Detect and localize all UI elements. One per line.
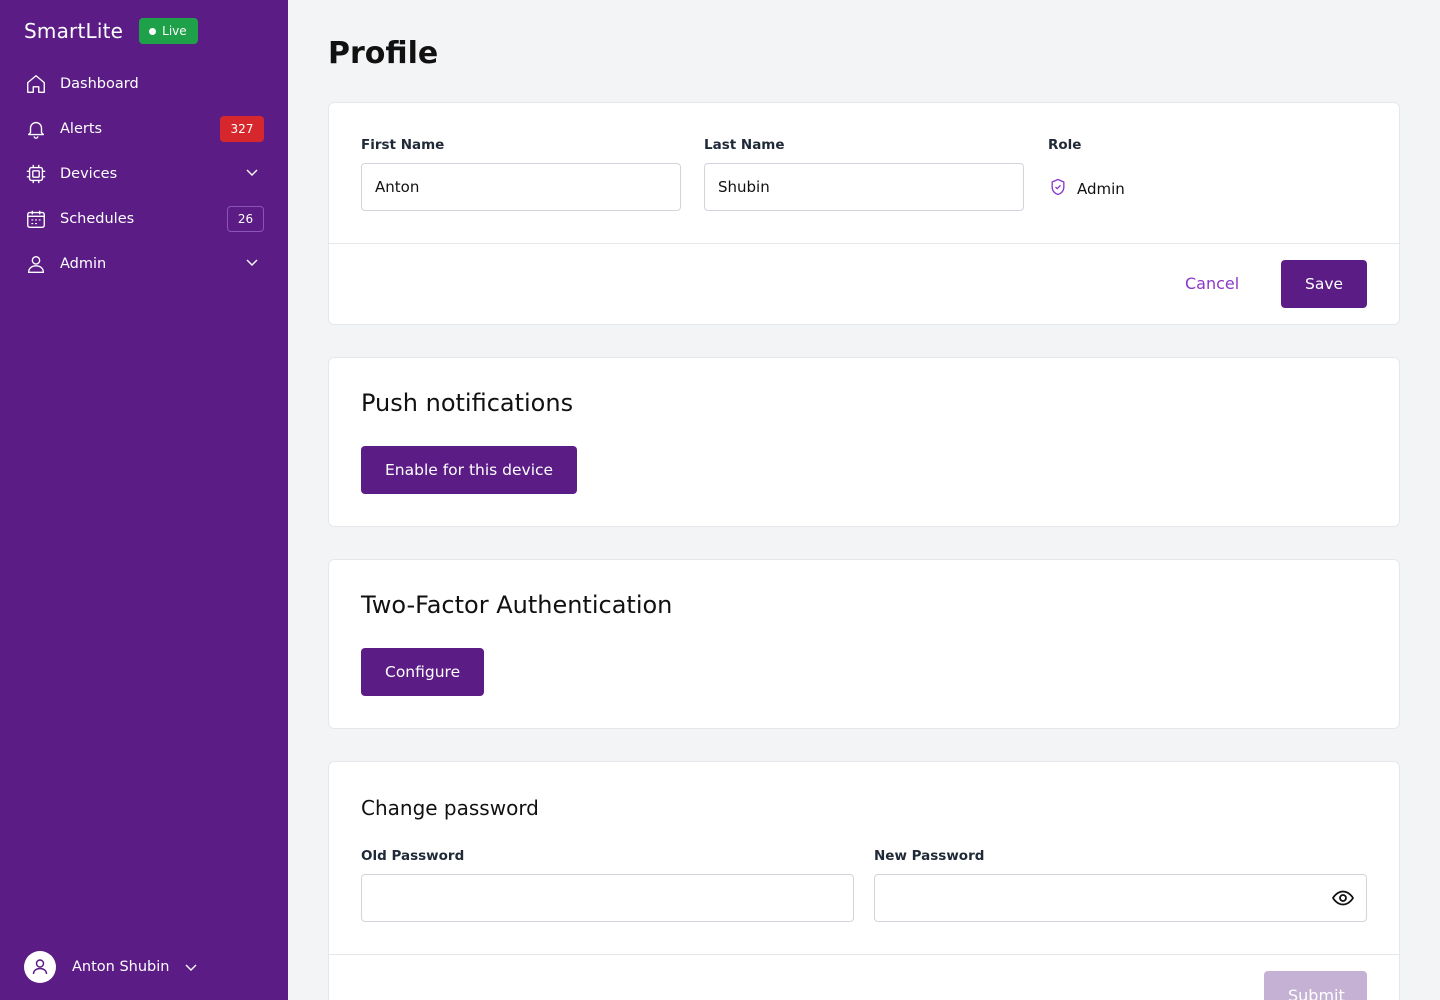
role-label: Role	[1048, 137, 1082, 153]
user-menu[interactable]: Anton Shubin	[24, 951, 199, 983]
shield-check-icon	[1048, 177, 1068, 201]
change-password-card: Change password Old Password New Passwor…	[328, 761, 1400, 1000]
live-status-badge: Live	[139, 18, 198, 44]
role-text: Admin	[1077, 180, 1125, 198]
cancel-button[interactable]: Cancel	[1185, 274, 1239, 293]
user-name: Anton Shubin	[72, 959, 170, 975]
enable-push-button[interactable]: Enable for this device	[361, 446, 578, 494]
configure-2fa-button[interactable]: Configure	[361, 648, 485, 696]
user-icon	[24, 252, 48, 276]
schedules-count-badge: 26	[227, 205, 264, 232]
role-value: Admin	[1048, 177, 1125, 201]
sidebar-item-label: Devices	[60, 165, 118, 182]
sidebar-item-label: Schedules	[60, 210, 135, 227]
page-title: Profile	[328, 36, 439, 71]
brand-name[interactable]: SmartLite	[24, 19, 123, 43]
old-password-field[interactable]	[361, 874, 854, 922]
divider	[329, 954, 1399, 955]
bell-icon	[24, 117, 48, 141]
sidebar: SmartLite Live Dashboard Alerts 327 Devi…	[0, 0, 288, 1000]
sidebar-item-label: Admin	[60, 255, 107, 272]
first-name-field[interactable]	[361, 163, 681, 211]
avatar	[24, 951, 56, 983]
live-dot-icon	[149, 27, 157, 35]
divider	[329, 243, 1399, 244]
sidebar-nav: Dashboard Alerts 327 Devices Schedules 2…	[24, 61, 264, 286]
sidebar-item-schedules[interactable]: Schedules 26	[24, 196, 264, 241]
calendar-icon	[24, 207, 48, 231]
home-icon	[24, 72, 48, 96]
two-factor-title: Two-Factor Authentication	[361, 591, 673, 619]
change-password-title: Change password	[361, 796, 539, 820]
chevron-down-icon[interactable]	[244, 254, 264, 274]
two-factor-card: Two-Factor Authentication Configure	[328, 559, 1400, 729]
first-name-label: First Name	[361, 137, 445, 153]
submit-button[interactable]: Submit	[1264, 971, 1367, 1000]
save-button[interactable]: Save	[1281, 260, 1367, 308]
alerts-count-badge: 327	[220, 115, 264, 142]
profile-card: First Name Last Name Role Admin Cancel S…	[328, 102, 1400, 325]
sidebar-item-dashboard[interactable]: Dashboard	[24, 61, 264, 106]
new-password-wrapper	[874, 874, 1367, 922]
sidebar-item-admin[interactable]: Admin	[24, 241, 264, 286]
sidebar-item-label: Alerts	[60, 120, 103, 137]
chevron-down-icon[interactable]	[185, 959, 199, 975]
push-notifications-card: Push notifications Enable for this devic…	[328, 357, 1400, 527]
brand: SmartLite Live	[24, 18, 198, 44]
old-password-label: Old Password	[361, 848, 465, 864]
live-status-label: Live	[162, 24, 187, 38]
sidebar-item-label: Dashboard	[60, 75, 139, 92]
eye-icon[interactable]	[1331, 886, 1355, 910]
chevron-down-icon[interactable]	[244, 164, 264, 184]
last-name-field[interactable]	[704, 163, 1024, 211]
new-password-field[interactable]	[874, 874, 1367, 922]
main-content: Profile First Name Last Name Role Admin …	[288, 0, 1440, 1000]
push-notifications-title: Push notifications	[361, 389, 574, 417]
chip-icon	[24, 162, 48, 186]
sidebar-item-devices[interactable]: Devices	[24, 151, 264, 196]
new-password-label: New Password	[874, 848, 985, 864]
last-name-label: Last Name	[704, 137, 785, 153]
sidebar-item-alerts[interactable]: Alerts 327	[24, 106, 264, 151]
